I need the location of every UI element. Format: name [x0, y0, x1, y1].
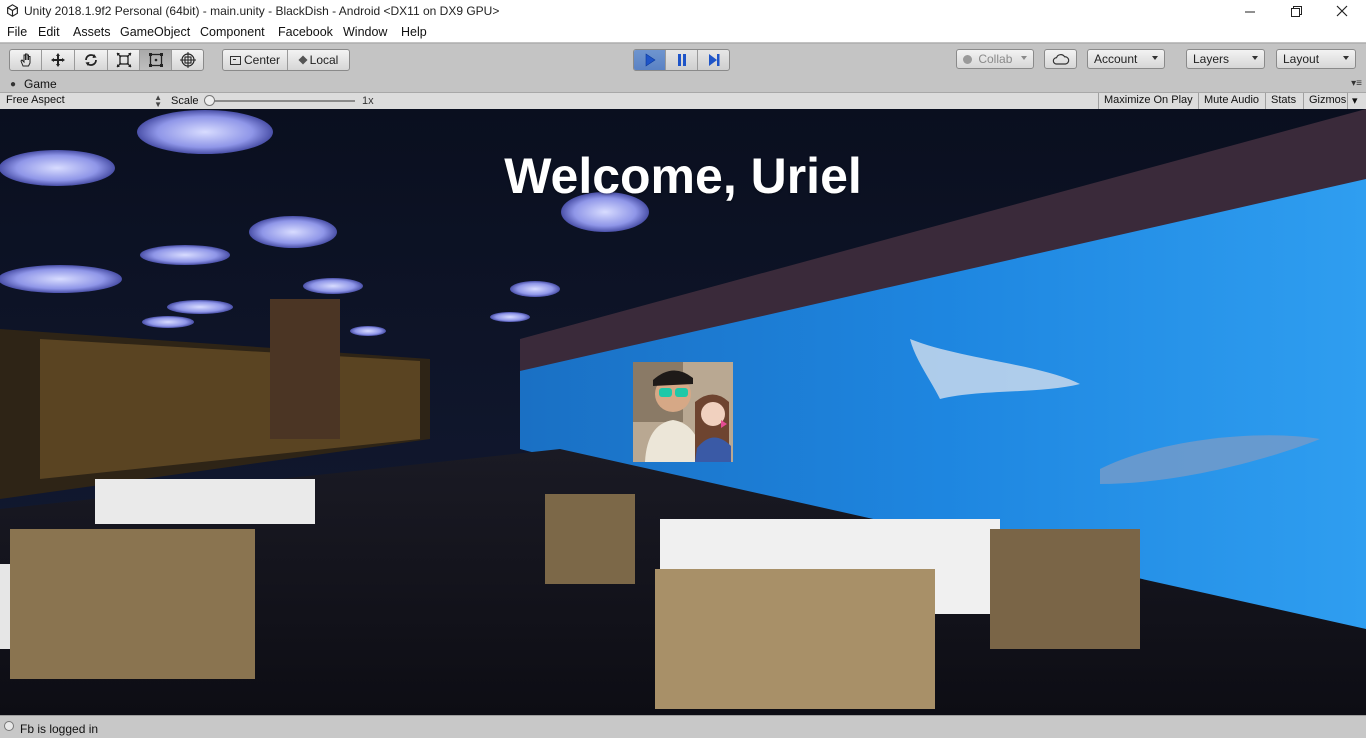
move-tool-icon[interactable] — [42, 50, 75, 70]
cloud-button[interactable] — [1044, 49, 1077, 69]
pivot-center-label: Center — [243, 53, 281, 67]
maximize-icon[interactable] — [1273, 0, 1319, 22]
collab-dropdown[interactable]: Collab — [956, 49, 1034, 69]
main-toolbar: Center Local Collab Account Layers Layou… — [0, 43, 1366, 76]
welcome-heading: Welcome, Uriel — [504, 148, 862, 204]
chevron-down-icon — [1343, 56, 1349, 60]
scale-slider-thumb[interactable] — [204, 95, 215, 106]
collab-check-icon — [963, 55, 972, 64]
transform-tools — [9, 49, 204, 71]
layout-label: Layout — [1283, 52, 1320, 66]
close-icon[interactable] — [1319, 0, 1365, 22]
playback-controls — [633, 49, 730, 71]
scale-label: Scale — [171, 95, 199, 107]
cloud-icon — [1052, 54, 1070, 65]
menu-bar: File Edit Assets GameObject Component Fa… — [0, 22, 1366, 42]
account-label: Account — [1094, 52, 1138, 66]
gizmos-dropdown-arrow-icon[interactable]: ▾ — [1347, 93, 1366, 109]
cube-icon — [298, 55, 308, 65]
play-icon — [645, 53, 656, 67]
title-bar: Unity 2018.1.9f2 Personal (64bit) - main… — [0, 0, 1366, 22]
aspect-dropdown[interactable]: Free Aspect ▲ ▼ — [6, 93, 164, 109]
layout-dropdown[interactable]: Layout — [1276, 49, 1356, 69]
menu-window[interactable]: Window — [343, 25, 387, 39]
account-dropdown[interactable]: Account — [1087, 49, 1165, 69]
transform-tool-icon[interactable] — [172, 50, 203, 70]
hand-tool-icon[interactable] — [10, 50, 42, 70]
pivot-local-button[interactable]: Local — [288, 50, 349, 70]
layers-dropdown[interactable]: Layers — [1186, 49, 1265, 69]
info-icon — [4, 721, 14, 731]
game-controller-icon: ● — [10, 79, 17, 90]
updown-arrows-icon: ▲ ▼ — [154, 93, 162, 109]
center-icon — [229, 55, 241, 65]
game-view[interactable]: Welcome, Uriel — [0, 109, 1366, 715]
menu-facebook[interactable]: Facebook — [278, 25, 333, 39]
mute-audio-toggle[interactable]: Mute Audio — [1198, 93, 1264, 109]
maximize-on-play-toggle[interactable]: Maximize On Play — [1098, 93, 1198, 109]
stats-toggle[interactable]: Stats — [1265, 93, 1301, 109]
minimize-icon[interactable] — [1227, 0, 1273, 22]
pivot-center-button[interactable]: Center — [223, 50, 288, 70]
panel-menu-icon[interactable]: ▾≡ — [1351, 78, 1362, 89]
chevron-down-icon — [1021, 56, 1027, 60]
pivot-toggles: Center Local — [222, 49, 350, 71]
unity-logo-icon — [7, 4, 18, 17]
menu-file[interactable]: File — [7, 25, 27, 39]
window-title: Unity 2018.1.9f2 Personal (64bit) - main… — [24, 4, 500, 18]
menu-assets[interactable]: Assets — [73, 25, 111, 39]
pause-button[interactable] — [666, 50, 698, 70]
tab-game[interactable]: Game — [24, 77, 57, 91]
status-message[interactable]: Fb is logged in — [20, 722, 98, 736]
step-icon — [708, 54, 719, 66]
chevron-down-icon — [1252, 56, 1258, 60]
game-tab-row: ● Game ▾≡ — [0, 76, 1366, 92]
menu-help[interactable]: Help — [401, 25, 427, 39]
menu-edit[interactable]: Edit — [38, 25, 60, 39]
chevron-down-icon — [1152, 56, 1158, 60]
collab-label: Collab — [978, 52, 1013, 66]
step-button[interactable] — [698, 50, 729, 70]
rect-tool-icon[interactable] — [140, 50, 172, 70]
pause-icon — [677, 54, 686, 66]
scale-slider-track[interactable] — [207, 100, 355, 102]
rotate-tool-icon[interactable] — [75, 50, 108, 70]
scale-value: 1x — [362, 95, 374, 107]
scale-tool-icon[interactable] — [108, 50, 140, 70]
status-bar: Fb is logged in — [0, 715, 1366, 738]
play-button[interactable] — [634, 50, 666, 70]
pivot-local-label: Local — [309, 53, 339, 67]
layers-label: Layers — [1193, 52, 1230, 66]
facebook-profile-photo — [633, 362, 733, 462]
aspect-label: Free Aspect — [6, 94, 65, 106]
menu-component[interactable]: Component — [200, 25, 265, 39]
game-view-toolbar: Free Aspect ▲ ▼ Scale 1x Maximize On Play… — [0, 92, 1366, 110]
menu-gameobject[interactable]: GameObject — [120, 25, 190, 39]
